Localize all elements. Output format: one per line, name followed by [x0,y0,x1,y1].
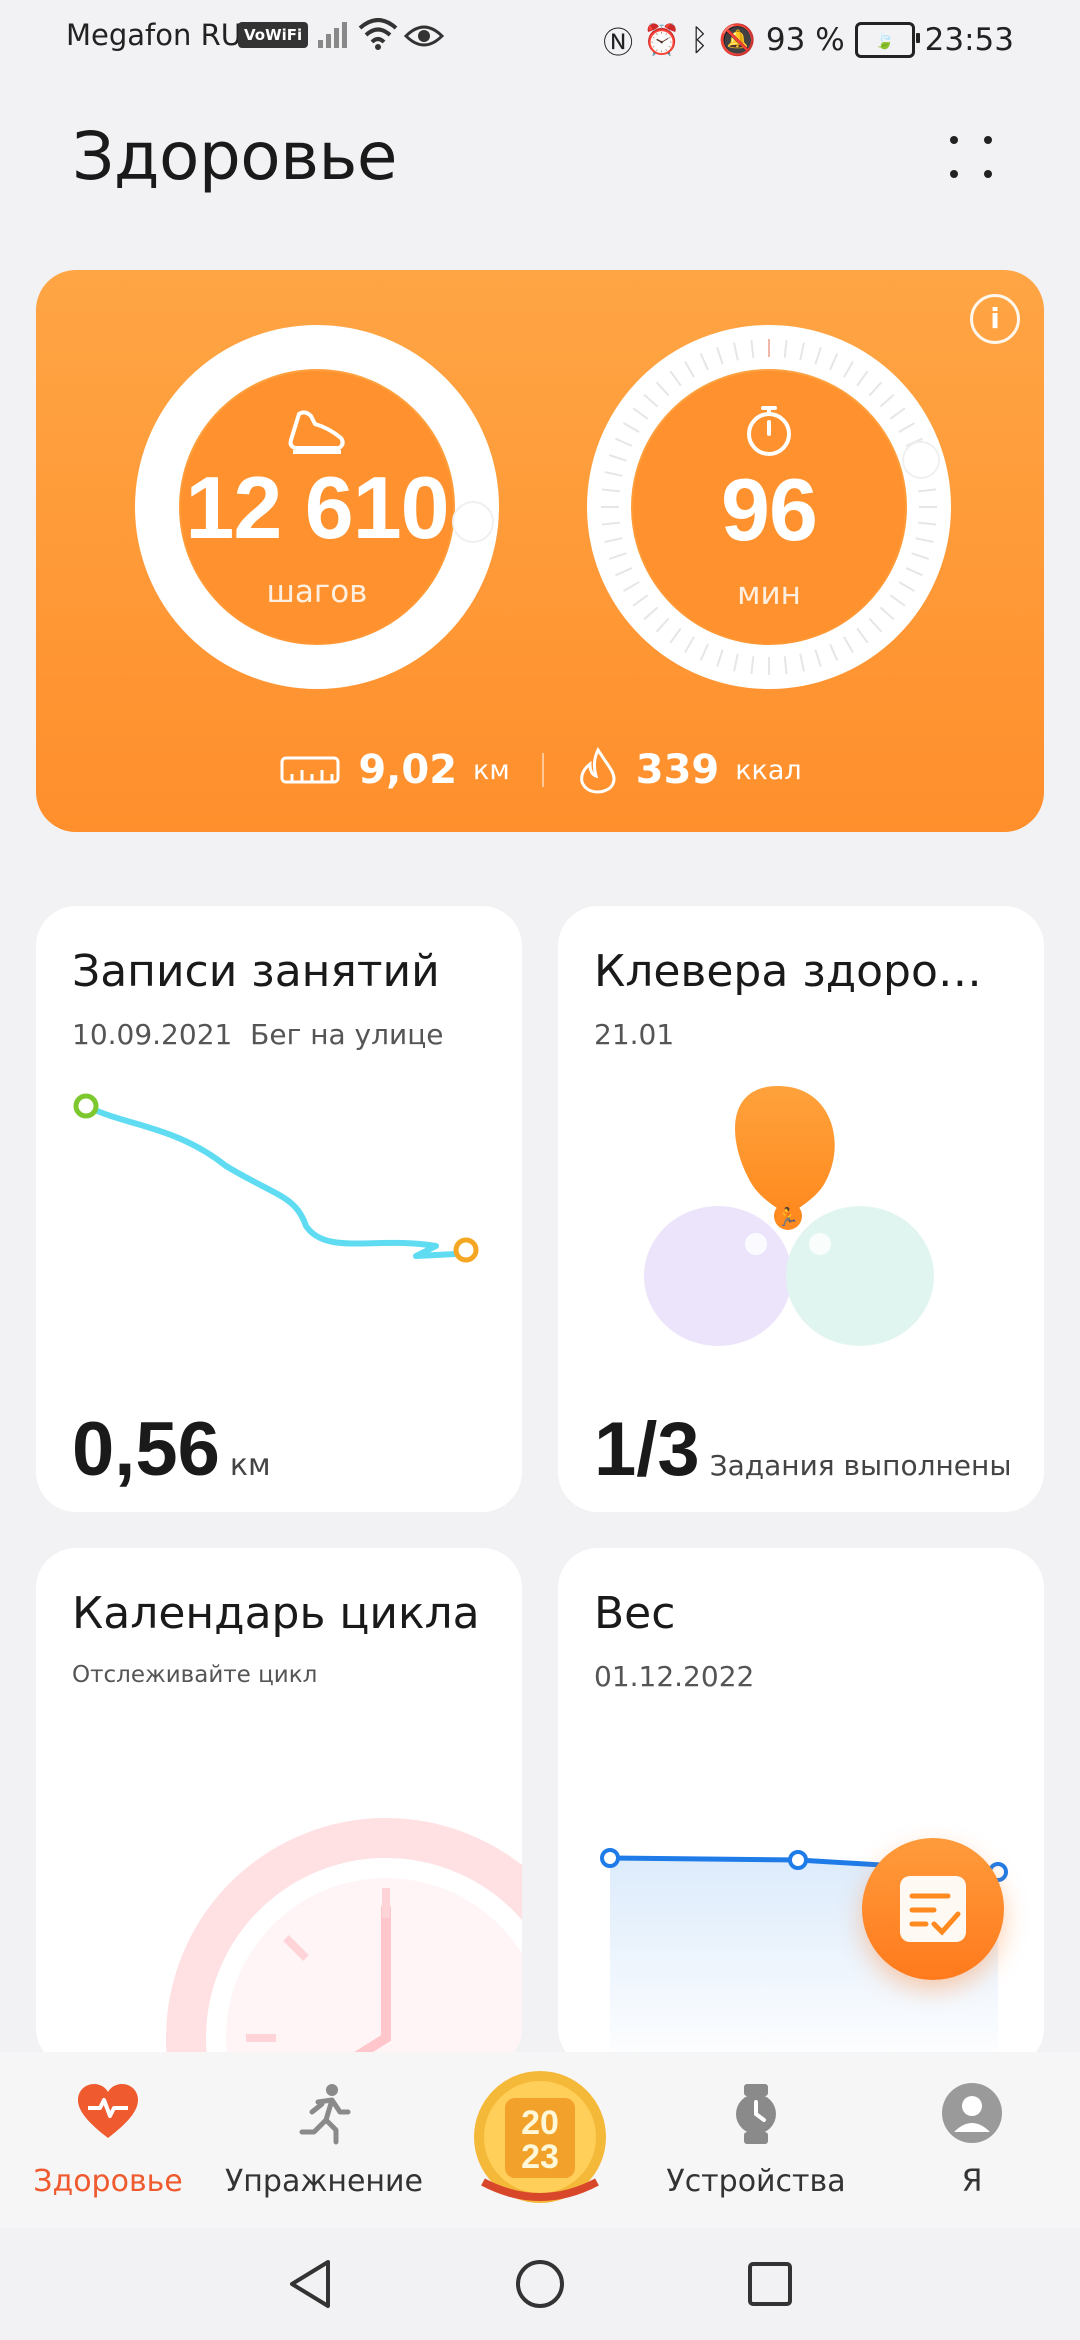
ruler-icon [280,756,340,784]
more-menu-button[interactable] [946,132,998,184]
wifi-icon [358,18,398,50]
eye-comfort-icon [404,25,444,47]
recents-icon[interactable] [744,2256,796,2312]
activity-stats-row: 9,02 км 339 ккал [36,746,1044,794]
clover-card-title: Клевера здоро… [594,946,982,997]
shoe-icon [288,410,345,454]
status-bar: Megafon RUS VoWiFi Ⓝ ⏰ ᛒ 🔕 93 % 🍃 23:53 [0,0,1080,80]
steps-ring[interactable]: 12 610 шагов [132,322,502,692]
add-record-button[interactable] [862,1838,1004,1980]
battery-icon: 🍃 [854,22,920,58]
distance-unit: км [473,754,510,786]
cycle-calendar-card[interactable]: Календарь цикла Отслеживайте цикл [36,1548,522,2068]
stats-divider [541,753,544,787]
health-clover-card[interactable]: Клевера здоро… 21.01 🏃 1/3 Задания выполн… [558,906,1044,1512]
carrier-name: Megafon RUS [66,18,261,52]
workout-distance: 0,56 км [72,1406,271,1493]
page-title: Здоровье [72,118,398,195]
nav-exercise-label: Упражнение [225,2164,423,2199]
workout-distance-unit: км [229,1448,271,1483]
vowifi-badge: VoWiFi [238,22,309,48]
clover-date: 21.01 [594,1018,675,1051]
info-icon[interactable]: i [970,294,1020,344]
nav-health-label: Здоровье [33,2164,183,2199]
clock-illustration [166,1818,522,2068]
heart-icon [78,2084,138,2138]
workout-card-subtitle: 10.09.2021 Бег на улице [72,1018,444,1051]
stopwatch-icon [747,406,791,456]
svg-text:🏃: 🏃 [777,1206,799,1228]
back-icon[interactable] [284,2256,336,2312]
avatar-icon [942,2083,1002,2143]
active-minutes-ring[interactable]: 96 мин [584,322,954,692]
workout-date: 10.09.2021 [72,1018,233,1051]
clover-progress-value: 1/3 [594,1407,700,1492]
status-right: Ⓝ ⏰ ᛒ 🔕 93 % 🍃 23:53 [603,18,1014,62]
nav-health[interactable]: Здоровье [0,2052,216,2228]
calories-unit: ккал [735,754,802,786]
svg-text:23: 23 [521,2138,559,2176]
weight-date: 01.12.2022 [594,1660,755,1693]
battery-percent: 93 % [765,22,845,58]
nav-devices[interactable]: Устройства [648,2052,864,2228]
new-year-2023-badge-icon: 20 23 [474,2071,606,2203]
calories-value: 339 [635,747,720,793]
distance-value: 9,02 [358,747,458,793]
route-map [73,1093,479,1263]
workout-distance-value: 0,56 [72,1407,220,1492]
nav-devices-label: Устройства [666,2164,846,2199]
flame-icon [579,747,616,794]
weight-card-title: Вес [594,1588,676,1639]
nav-new-year-promo[interactable]: 20 23 [432,2052,648,2228]
steps-value: 12 610 [185,458,449,557]
cycle-card-title: Календарь цикла [72,1588,480,1639]
watch-icon [736,2084,776,2144]
clover-progress: 1/3 Задания выполнены [594,1406,1011,1493]
nav-exercise[interactable]: Упражнение [216,2052,432,2228]
svg-text:20: 20 [521,2104,559,2142]
clock: 23:53 [924,22,1014,58]
workout-records-card[interactable]: Записи занятий 10.09.2021 Бег на улице 0… [36,906,522,1512]
signal-icon [318,22,347,48]
bottom-navigation: Здоровье Упражнение 20 23 Устройства Я [0,2052,1080,2228]
weight-card[interactable]: Вес 01.12.2022 [558,1548,1044,2068]
workout-card-title: Записи занятий [72,946,440,997]
system-navigation-bar [0,2228,1080,2340]
clover-progress-label: Задания выполнены [709,1449,1012,1482]
nav-me[interactable]: Я [864,2052,1080,2228]
bluetooth-icon: ᛒ [690,22,709,58]
nfc-icon: Ⓝ [603,26,634,61]
notepad-check-icon [900,1876,966,1942]
mute-icon: 🔕 [718,22,756,58]
workout-type: Бег на улице [250,1018,444,1051]
minutes-value: 96 [721,460,818,559]
running-person-icon [299,2084,351,2145]
steps-unit: шагов [266,574,368,610]
home-icon[interactable] [514,2256,566,2312]
clover-chart: 🏃 [644,1086,934,1346]
cycle-card-subtitle: Отслеживайте цикл [72,1662,318,1688]
nav-me-label: Я [961,2164,983,2199]
minutes-unit: мин [737,576,801,612]
activity-summary-card[interactable]: i 12 610 шагов 96 мин 9,02 км 339 ккал [36,270,1044,832]
alarm-icon: ⏰ [643,22,681,58]
